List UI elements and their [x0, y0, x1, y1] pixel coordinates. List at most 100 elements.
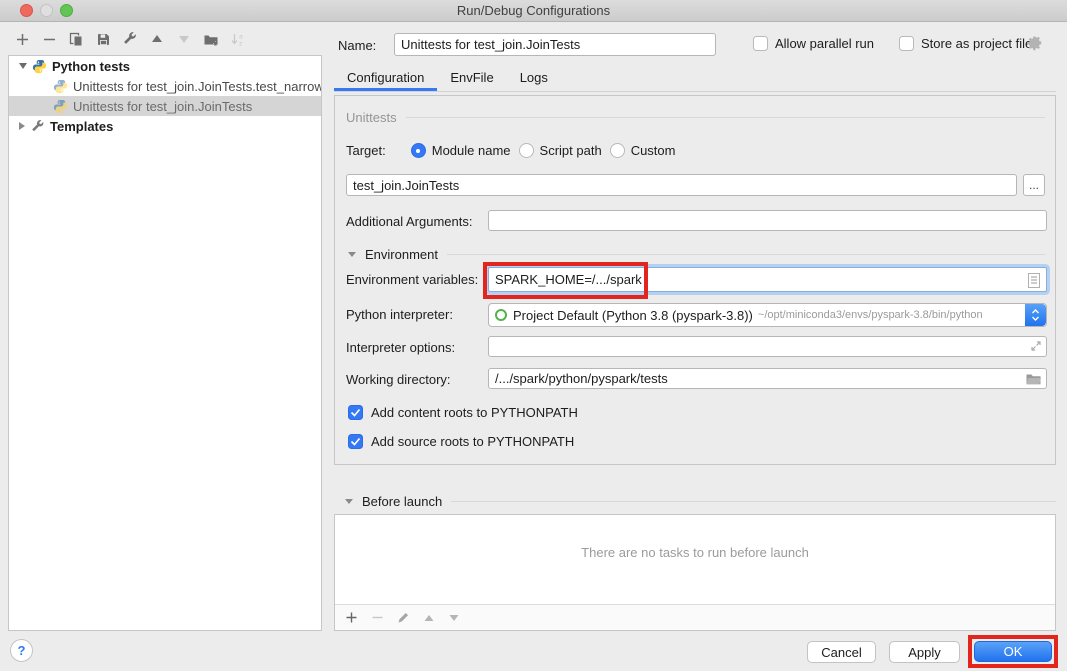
add-configuration-icon[interactable]: [13, 30, 31, 48]
python-icon: [32, 59, 47, 74]
save-configuration-icon[interactable]: [94, 30, 112, 48]
working-directory-field[interactable]: /.../spark/python/pyspark/tests: [488, 368, 1047, 389]
name-label: Name:: [338, 38, 376, 53]
environment-variables-value: SPARK_HOME=/.../spark: [495, 272, 642, 287]
tree-group-label: Python tests: [52, 59, 130, 74]
chevron-down-icon[interactable]: [19, 63, 27, 69]
browse-button[interactable]: ...: [1023, 174, 1045, 196]
browse-variables-icon[interactable]: [1028, 273, 1040, 288]
ok-button[interactable]: OK: [974, 641, 1052, 662]
add-content-roots-label: Add content roots to PYTHONPATH: [371, 405, 578, 420]
collapse-triangle-icon[interactable]: [345, 499, 353, 504]
move-up-icon[interactable]: [148, 30, 166, 48]
python-icon: [53, 99, 68, 114]
before-launch-toolbar: [335, 604, 1055, 630]
settings-tabs: Configuration EnvFile Logs: [334, 64, 1056, 92]
before-launch-title: Before launch: [362, 494, 442, 509]
edit-task-icon: [397, 611, 410, 624]
target-label: Target:: [346, 143, 386, 158]
add-content-roots-checkbox[interactable]: Add content roots to PYTHONPATH: [348, 405, 578, 420]
radio-selected-icon[interactable]: [411, 143, 426, 158]
interpreter-options-wrap: [488, 336, 1047, 357]
edit-templates-icon[interactable]: [121, 30, 139, 48]
copy-configuration-icon[interactable]: [67, 30, 85, 48]
tree-group-label: Templates: [50, 119, 113, 134]
tree-group-templates[interactable]: Templates: [9, 116, 321, 136]
tab-envfile[interactable]: EnvFile: [437, 64, 506, 91]
radio-module-name[interactable]: Module name: [411, 143, 511, 158]
checkbox-checked-icon[interactable]: [348, 434, 363, 449]
unittests-section-header: Unittests: [346, 110, 1045, 125]
tab-configuration[interactable]: Configuration: [334, 64, 437, 91]
checkbox-checked-icon[interactable]: [348, 405, 363, 420]
expand-field-icon[interactable]: [1030, 340, 1042, 352]
tree-item-label: Unittests for test_join.JoinTests.test_n…: [73, 79, 321, 94]
python-interpreter-path: ~/opt/miniconda3/envs/pyspark-3.8/bin/py…: [758, 309, 983, 321]
cancel-button[interactable]: Cancel: [807, 641, 876, 663]
combo-stepper-icon[interactable]: [1025, 304, 1046, 326]
gear-icon[interactable]: [1026, 36, 1044, 54]
target-row: Target: Module name Script path Custom: [346, 143, 683, 158]
title-bar: Run/Debug Configurations: [0, 0, 1067, 22]
working-directory-value: /.../spark/python/pyspark/tests: [495, 371, 668, 386]
target-module-input[interactable]: [346, 174, 1017, 196]
python-interpreter-label: Python interpreter:: [346, 307, 453, 322]
radio-unselected-icon[interactable]: [610, 143, 625, 158]
tree-item-label: Unittests for test_join.JoinTests: [73, 99, 252, 114]
configurations-toolbar: az: [13, 30, 247, 48]
before-launch-section-header[interactable]: Before launch: [345, 494, 1056, 509]
chevron-right-icon[interactable]: [19, 122, 25, 130]
unittests-groupbox: Unittests Target: Module name Script pat…: [334, 95, 1056, 465]
interpreter-options-input[interactable]: [488, 336, 1047, 357]
templates-wrench-icon: [30, 119, 45, 134]
svg-text:a: a: [239, 33, 243, 40]
python-interpreter-select[interactable]: Project Default (Python 3.8 (pyspark-3.8…: [488, 303, 1047, 327]
zoom-window-button[interactable]: [60, 4, 73, 17]
red-highlight-ok: OK: [968, 635, 1058, 668]
add-task-icon[interactable]: [345, 611, 358, 624]
additional-arguments-input[interactable]: [488, 210, 1047, 231]
radio-module-name-label: Module name: [432, 143, 511, 158]
allow-parallel-run-checkbox[interactable]: Allow parallel run: [753, 36, 874, 51]
working-directory-label: Working directory:: [346, 372, 451, 387]
environment-variables-field[interactable]: SPARK_HOME=/.../spark: [488, 267, 1047, 292]
interpreter-options-label: Interpreter options:: [346, 340, 455, 355]
tab-logs[interactable]: Logs: [507, 64, 561, 91]
radio-unselected-icon[interactable]: [519, 143, 534, 158]
store-as-project-file-label: Store as project file: [921, 36, 1032, 51]
collapse-triangle-icon[interactable]: [348, 252, 356, 257]
run-debug-configurations-dialog: Run/Debug Configurations az: [0, 0, 1067, 671]
apply-button[interactable]: Apply: [889, 641, 960, 663]
tree-item-jointests-selected[interactable]: Unittests for test_join.JoinTests: [9, 96, 321, 116]
checkbox-unchecked[interactable]: [899, 36, 914, 51]
radio-custom[interactable]: Custom: [610, 143, 676, 158]
help-button[interactable]: ?: [10, 639, 33, 662]
python-icon: [53, 79, 68, 94]
store-as-project-file-checkbox[interactable]: Store as project file: [899, 36, 1032, 51]
radio-script-path-label: Script path: [540, 143, 602, 158]
name-input[interactable]: [394, 33, 716, 56]
new-folder-icon[interactable]: [202, 30, 220, 48]
add-source-roots-checkbox[interactable]: Add source roots to PYTHONPATH: [348, 434, 574, 449]
tree-group-python-tests[interactable]: Python tests: [9, 56, 321, 76]
before-launch-tasks-box: There are no tasks to run before launch: [334, 514, 1056, 631]
radio-script-path[interactable]: Script path: [519, 143, 602, 158]
add-source-roots-label: Add source roots to PYTHONPATH: [371, 434, 574, 449]
sort-configurations-icon: az: [229, 30, 247, 48]
environment-section-header[interactable]: Environment: [348, 247, 1045, 262]
environment-variables-label: Environment variables:: [346, 272, 478, 287]
separator-line: [451, 501, 1056, 502]
tree-item-test-narrow[interactable]: Unittests for test_join.JoinTests.test_n…: [9, 76, 321, 96]
separator-line: [447, 254, 1045, 255]
folder-icon[interactable]: [1026, 373, 1041, 385]
close-window-button[interactable]: [20, 4, 33, 17]
radio-custom-label: Custom: [631, 143, 676, 158]
remove-configuration-icon[interactable]: [40, 30, 58, 48]
checkbox-unchecked[interactable]: [753, 36, 768, 51]
conda-environment-icon: [495, 309, 507, 321]
allow-parallel-run-label: Allow parallel run: [775, 36, 874, 51]
unittests-section-title: Unittests: [346, 110, 397, 125]
environment-section-title: Environment: [365, 247, 438, 262]
svg-text:z: z: [239, 40, 242, 47]
remove-task-icon: [371, 611, 384, 624]
